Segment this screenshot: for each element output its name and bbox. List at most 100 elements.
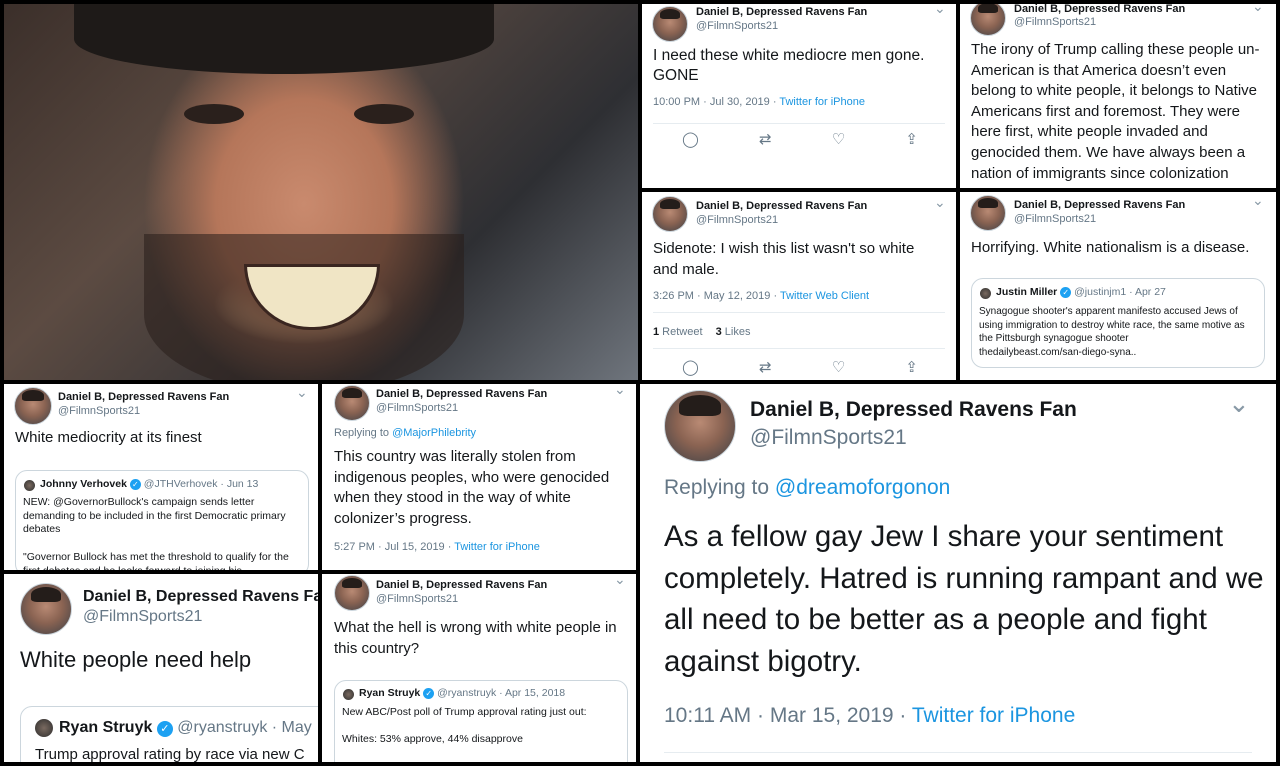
- like-icon[interactable]: ♡: [832, 358, 845, 376]
- tweet-meta: 10:00 PM · Jul 30, 2019 · Twitter for iP…: [653, 96, 865, 108]
- tweet-card-6[interactable]: Daniel B, Depressed Ravens Fan @FilmnSpo…: [322, 384, 636, 570]
- quoted-name: Ryan Struyk: [359, 687, 421, 699]
- profile-photo: [4, 4, 638, 380]
- retweet-icon[interactable]: ⇄: [759, 130, 772, 148]
- author-name[interactable]: Daniel B, Depressed Ravens Fan: [1014, 199, 1185, 211]
- share-icon[interactable]: ⇪: [905, 130, 918, 148]
- avatar[interactable]: [334, 385, 370, 421]
- author-name[interactable]: Daniel B, Depressed Ravens Fan: [750, 398, 1077, 422]
- tweet-text: What the hell is wrong with white people…: [334, 619, 617, 657]
- replying-to: Replying to @dreamoforgonon: [664, 476, 950, 500]
- quoted-avatar: [343, 689, 354, 700]
- retweet-label: Retweet: [659, 326, 703, 338]
- chevron-down-icon[interactable]: ⌄: [296, 384, 308, 401]
- tweet-card-9[interactable]: Daniel B, Depressed Ravens Fan @FilmnSpo…: [640, 384, 1276, 762]
- photo-right-eye: [354, 104, 414, 124]
- avatar[interactable]: [652, 196, 688, 232]
- tweet-card-1[interactable]: Daniel B, Depressed Ravens Fan @FilmnSpo…: [642, 4, 956, 188]
- tweet-card-2[interactable]: Daniel B, Depressed Ravens Fan @FilmnSpo…: [960, 4, 1276, 188]
- quoted-text-continued: "Governor Bullock has met the threshold …: [23, 551, 289, 570]
- tweet-text: This country was literally stolen from i…: [334, 448, 610, 527]
- quoted-name: Justin Miller: [996, 286, 1058, 298]
- quoted-tweet[interactable]: Ryan Struyk ✓ @ryanstruyk · Apr 15, 2018…: [334, 680, 628, 762]
- retweet-count[interactable]: 1 Retweet: [653, 326, 703, 338]
- quoted-header: Ryan Struyk ✓ @ryanstruyk · Apr 15, 2018: [359, 687, 565, 699]
- avatar[interactable]: [334, 575, 370, 611]
- avatar[interactable]: [970, 195, 1006, 231]
- author-handle[interactable]: @FilmnSports21: [696, 214, 778, 226]
- author-handle[interactable]: @FilmnSports21: [696, 20, 778, 32]
- chevron-down-icon[interactable]: ⌄: [1252, 4, 1264, 15]
- share-icon[interactable]: ⇪: [905, 358, 918, 376]
- quoted-tweet[interactable]: Justin Miller ✓ @justinjm1 · Apr 27 Syna…: [971, 278, 1265, 368]
- reply-icon[interactable]: ◯: [682, 130, 699, 148]
- tweet-source[interactable]: Twitter for iPhone: [912, 704, 1075, 727]
- quoted-meta: @JTHVerhovek · Jun 13: [143, 478, 259, 490]
- author-name[interactable]: Daniel B, Depressed Ravens Fan: [696, 6, 867, 18]
- tweet-text: White people need help: [20, 647, 252, 672]
- quoted-link[interactable]: thedailybeast.com/san-diego-syna..: [979, 346, 1261, 360]
- author-name[interactable]: Daniel B, Depressed Ravens Fan: [58, 391, 229, 403]
- avatar[interactable]: [652, 6, 688, 42]
- replying-prefix: Replying to: [664, 476, 775, 499]
- reply-mention[interactable]: @MajorPhilebrity: [392, 427, 476, 439]
- verified-icon: ✓: [129, 479, 141, 490]
- verified-icon: ✓: [156, 721, 173, 737]
- photo-left-eye: [184, 104, 244, 124]
- chevron-down-icon[interactable]: ⌄: [934, 4, 946, 17]
- author-name[interactable]: Daniel B, Depressed Ravens Fan: [83, 588, 318, 606]
- author-name[interactable]: Daniel B, Depressed Ravens Fan: [376, 388, 547, 400]
- chevron-down-icon[interactable]: ⌄: [1228, 388, 1250, 419]
- action-bar: ◯ ⇄ ♡ ⇪: [682, 130, 918, 148]
- tweet-card-8[interactable]: Daniel B, Depressed Ravens Fan @FilmnSpo…: [322, 574, 636, 762]
- avatar[interactable]: [14, 387, 52, 425]
- author-handle[interactable]: @FilmnSports21: [376, 593, 458, 605]
- like-icon[interactable]: ♡: [832, 130, 845, 148]
- reply-mention[interactable]: @dreamoforgonon: [775, 476, 950, 499]
- quoted-text: NEW: @GovernorBullock's campaign sends l…: [23, 496, 286, 535]
- author-handle[interactable]: @FilmnSports21: [58, 405, 140, 417]
- tweet-meta: 5:27 PM · Jul 15, 2019 · Twitter for iPh…: [334, 541, 540, 553]
- tweet-source[interactable]: Twitter Web Client: [780, 290, 869, 302]
- reply-icon[interactable]: ◯: [682, 358, 699, 376]
- quoted-text: Trump approval rating by race via new C: [35, 746, 305, 762]
- quoted-avatar: [35, 719, 53, 737]
- tweet-time: 3:26 PM · May 12, 2019 ·: [653, 290, 780, 302]
- quoted-tweet[interactable]: Johnny Verhovek ✓ @JTHVerhovek · Jun 13 …: [15, 470, 309, 570]
- author-name[interactable]: Daniel B, Depressed Ravens Fan: [696, 200, 867, 212]
- tweet-source[interactable]: Twitter for iPhone: [779, 96, 865, 108]
- author-handle[interactable]: @FilmnSports21: [83, 608, 202, 626]
- author-handle[interactable]: @FilmnSports21: [376, 402, 458, 414]
- tweet-meta: 10:11 AM · Mar 15, 2019 · Twitter for iP…: [664, 704, 1075, 728]
- author-name[interactable]: Daniel B, Depressed Ravens Fan: [376, 579, 547, 591]
- author-handle[interactable]: @FilmnSports21: [1014, 16, 1096, 28]
- tweet-source[interactable]: Twitter for iPhone: [454, 541, 540, 553]
- divider: [653, 312, 945, 313]
- quoted-name: Ryan Struyk: [59, 719, 153, 736]
- tweet-card-5[interactable]: Daniel B, Depressed Ravens Fan @FilmnSpo…: [4, 384, 318, 570]
- replying-to: Replying to @MajorPhilebrity: [334, 427, 476, 439]
- tweet-card-7[interactable]: Daniel B, Depressed Ravens Fan @FilmnSpo…: [4, 574, 318, 762]
- likes-count[interactable]: 3 Likes: [716, 326, 751, 338]
- chevron-down-icon[interactable]: ⌄: [1252, 192, 1264, 209]
- action-bar: ◯ ⇄ ♡ ⇪: [682, 358, 918, 376]
- tweet-text: As a fellow gay Jew I share your sentime…: [664, 520, 1264, 678]
- retweet-icon[interactable]: ⇄: [759, 358, 772, 376]
- avatar[interactable]: [664, 390, 736, 462]
- chevron-down-icon[interactable]: ⌄: [614, 384, 626, 398]
- quoted-tweet[interactable]: Ryan Struyk ✓ @ryanstruyk · May Trump ap…: [20, 706, 318, 762]
- tweet-card-4[interactable]: Daniel B, Depressed Ravens Fan @FilmnSpo…: [960, 192, 1276, 380]
- avatar[interactable]: [20, 583, 72, 635]
- chevron-down-icon[interactable]: ⌄: [614, 574, 626, 588]
- quoted-text: New ABC/Post poll of Trump approval rati…: [342, 706, 587, 718]
- quoted-body: Synagogue shooter's apparent manifesto a…: [979, 306, 1245, 344]
- author-handle[interactable]: @FilmnSports21: [1014, 213, 1096, 225]
- chevron-down-icon[interactable]: ⌄: [934, 194, 946, 211]
- divider: [664, 752, 1252, 753]
- author-name[interactable]: Daniel B, Depressed Ravens Fan: [1014, 4, 1185, 15]
- author-handle[interactable]: @FilmnSports21: [750, 426, 907, 450]
- quoted-header: Johnny Verhovek ✓ @JTHVerhovek · Jun 13: [40, 478, 258, 490]
- tweet-card-3[interactable]: Daniel B, Depressed Ravens Fan @FilmnSpo…: [642, 192, 956, 380]
- engagement-stats: 1 Retweet 3 Likes: [653, 326, 750, 338]
- avatar[interactable]: [970, 4, 1006, 36]
